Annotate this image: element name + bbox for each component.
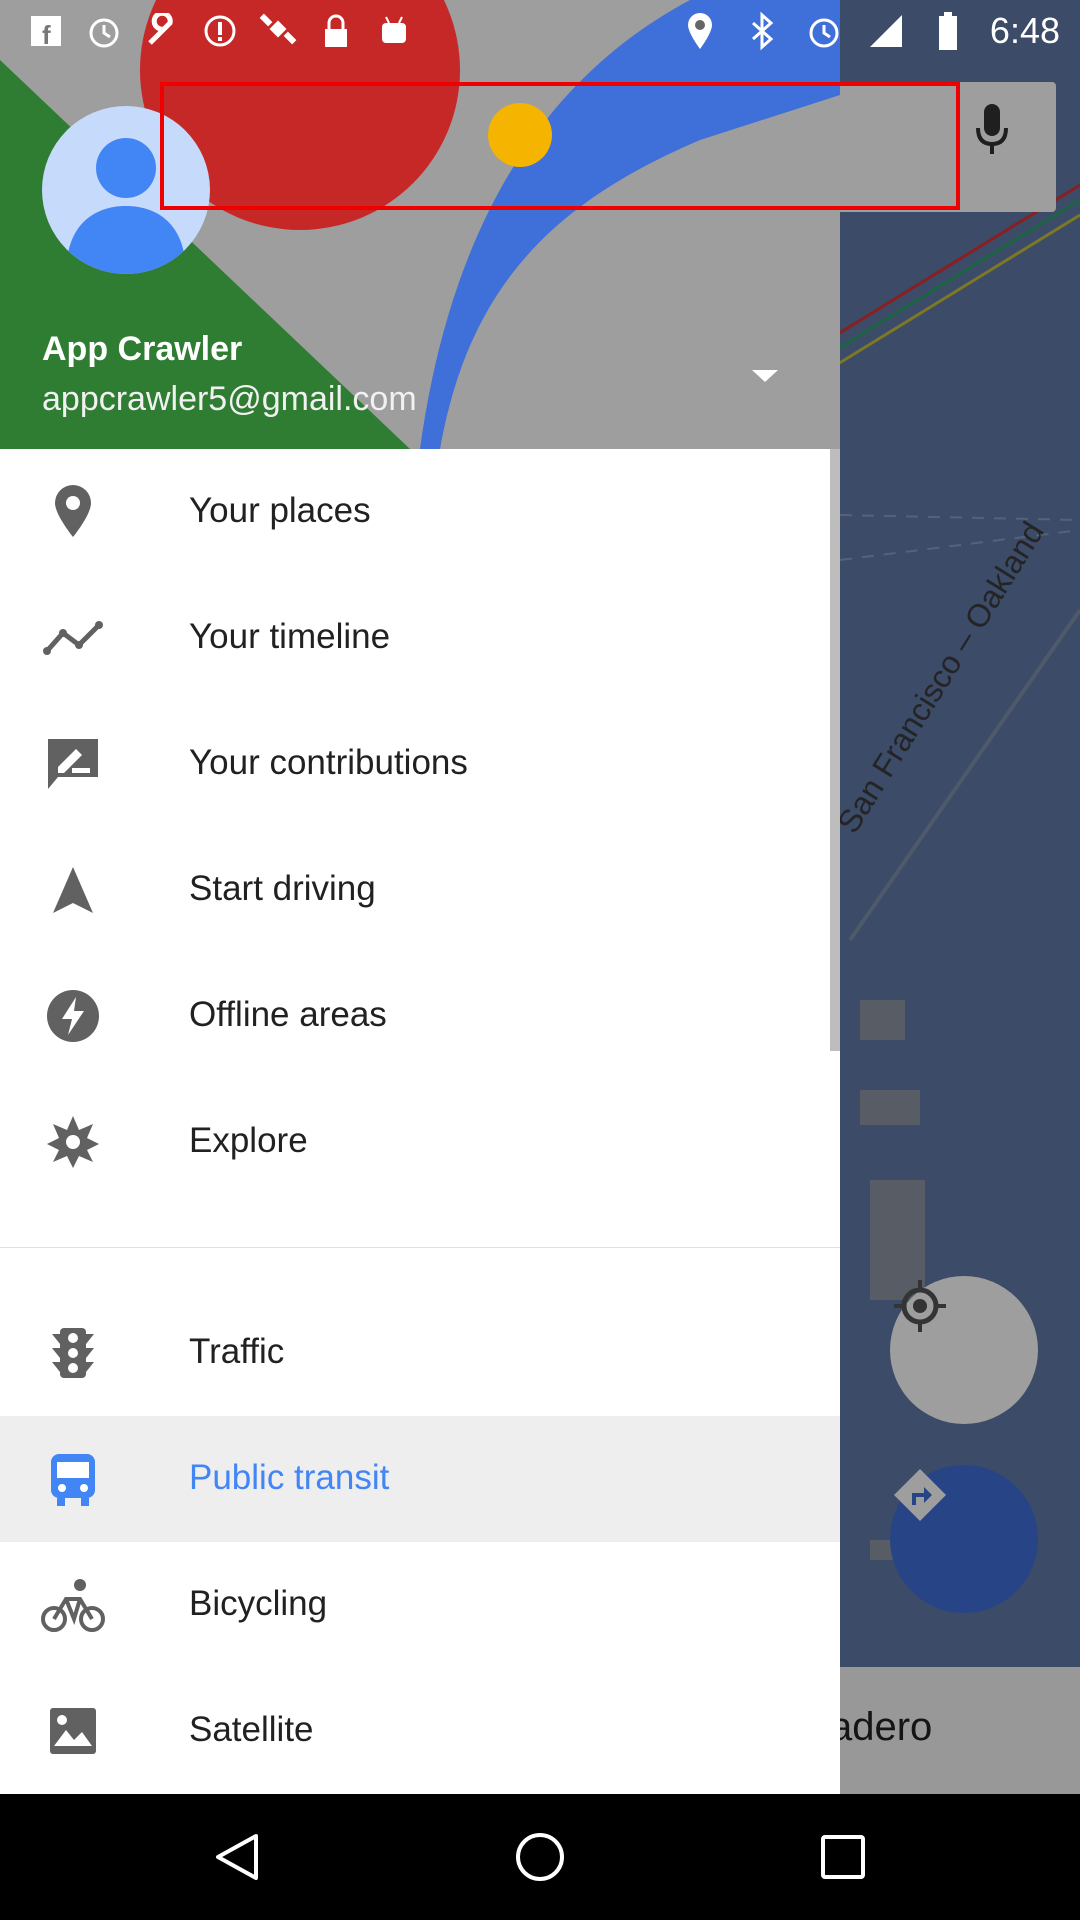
menu-item-satellite[interactable]: Satellite <box>0 1668 840 1794</box>
transit-bus-icon <box>40 1449 106 1509</box>
menu-divider <box>0 1247 840 1248</box>
bluetooth-icon <box>742 11 782 51</box>
highlight-box <box>160 82 960 210</box>
back-triangle-icon <box>216 1834 258 1880</box>
bicycle-icon <box>40 1575 106 1635</box>
drawer-header: App Crawler appcrawler5@gmail.com <box>0 0 840 449</box>
menu-label: Your timeline <box>189 617 391 656</box>
menu-item-your-timeline[interactable]: Your timeline <box>0 575 840 701</box>
account-email: appcrawler5@gmail.com <box>42 380 417 418</box>
menu-item-your-contributions[interactable]: Your contributions <box>0 701 840 827</box>
facebook-icon: f <box>26 11 66 51</box>
satellite-icon <box>258 11 298 51</box>
satellite-image-icon <box>40 1701 106 1761</box>
wrench-icon <box>142 11 182 51</box>
status-bar: f 6:48 <box>0 0 1080 62</box>
drawer-scrollbar[interactable] <box>830 449 840 1051</box>
menu-label: Offline areas <box>189 995 387 1034</box>
status-time: 6:48 <box>989 10 1060 51</box>
menu-item-bicycling[interactable]: Bicycling <box>0 1542 840 1668</box>
account-switcher-dropdown[interactable] <box>740 356 790 396</box>
place-pin-icon <box>40 482 106 542</box>
contributions-icon <box>40 734 106 794</box>
menu-item-explore[interactable]: Explore <box>0 1079 840 1205</box>
menu-item-offline-areas[interactable]: Offline areas <box>0 953 840 1079</box>
menu-item-public-transit[interactable]: Public transit <box>0 1416 840 1542</box>
navigation-arrow-icon <box>40 860 106 920</box>
system-nav-bar <box>0 1794 1080 1920</box>
menu-label: Explore <box>189 1121 308 1160</box>
offline-bolt-icon <box>40 986 106 1046</box>
recents-square-icon <box>821 1835 865 1879</box>
alarm-icon <box>84 11 124 51</box>
menu-label: Start driving <box>189 869 376 908</box>
alarm-icon <box>804 11 844 51</box>
lock-icon <box>316 11 356 51</box>
android-icon <box>374 11 414 51</box>
menu-label: Traffic <box>189 1332 285 1371</box>
battery-icon <box>928 11 968 51</box>
navigation-drawer: App Crawler appcrawler5@gmail.com Your p… <box>0 0 840 1794</box>
svg-text:f: f <box>42 20 51 48</box>
chevron-down-icon <box>752 370 778 382</box>
menu-label: Your places <box>189 491 371 530</box>
traffic-light-icon <box>40 1323 106 1383</box>
account-name: App Crawler <box>42 330 243 368</box>
home-circle-icon <box>516 1833 564 1881</box>
menu-item-traffic[interactable]: Traffic <box>0 1290 840 1416</box>
timeline-icon <box>40 608 106 668</box>
drawer-menu: Your places Your timeline Your contribut… <box>0 449 840 1794</box>
menu-label: Your contributions <box>189 743 468 782</box>
info-icon <box>200 11 240 51</box>
menu-item-your-places[interactable]: Your places <box>0 449 840 575</box>
menu-label: Satellite <box>189 1710 314 1749</box>
signal-icon <box>866 11 906 51</box>
menu-label: Public transit <box>189 1458 390 1497</box>
recents-button[interactable] <box>803 1822 883 1892</box>
location-icon <box>680 11 720 51</box>
menu-item-start-driving[interactable]: Start driving <box>0 827 840 953</box>
explore-star-icon <box>40 1112 106 1172</box>
home-button[interactable] <box>500 1822 580 1892</box>
menu-label: Bicycling <box>189 1584 328 1623</box>
back-button[interactable] <box>197 1822 277 1892</box>
